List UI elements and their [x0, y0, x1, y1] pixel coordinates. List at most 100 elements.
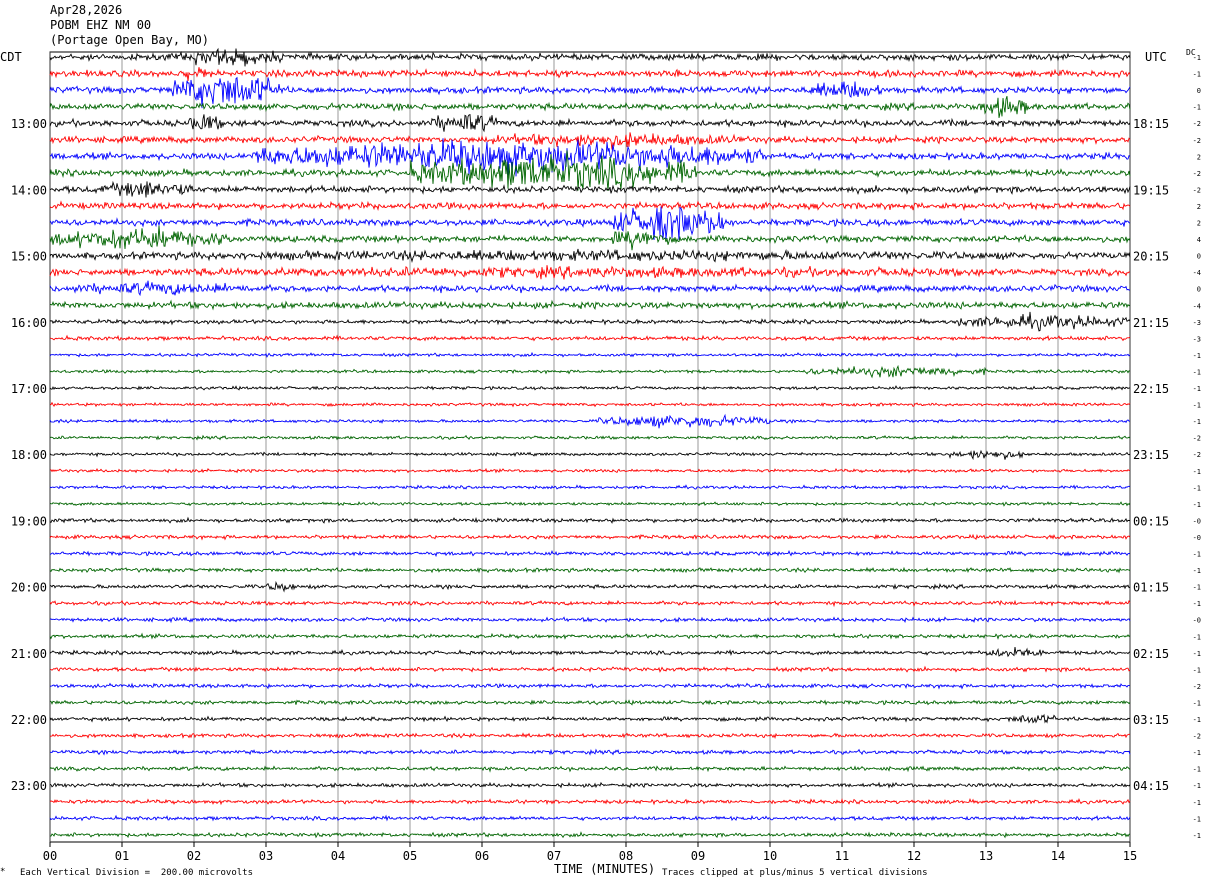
plot-frame [49, 51, 1131, 843]
dc-offset-label: -1 [1193, 54, 1201, 62]
x-tick-label: 04 [331, 849, 345, 863]
cdt-hour-label: 17:00 [11, 382, 47, 396]
dc-offset-label: -4 [1193, 302, 1201, 310]
dc-offset-label: -1 [1193, 402, 1201, 410]
utc-hour-label: 02:15 [1133, 647, 1169, 661]
x-tick-label: 03 [259, 849, 273, 863]
dc-offset-label: 4 [1197, 236, 1201, 244]
seismic-trace-row [49, 699, 1131, 706]
seismic-trace-row [49, 311, 1131, 332]
dc-offset-label: -1 [1193, 650, 1201, 658]
seismic-trace-row [49, 501, 1131, 507]
x-tick-label: 12 [907, 849, 921, 863]
dc-offset-label: -2 [1193, 137, 1201, 145]
dc-offset-label: -2 [1193, 170, 1201, 178]
cdt-hour-label: 21:00 [11, 647, 47, 661]
dc-offset-label: -1 [1193, 600, 1201, 608]
dc-offset-label: 2 [1197, 153, 1201, 161]
utc-hour-label: 20:15 [1133, 250, 1169, 264]
dc-offset-label: -1 [1193, 716, 1201, 724]
utc-hour-label: 04:15 [1133, 779, 1169, 793]
seismic-trace-row [49, 76, 1131, 109]
dc-offset-label: -1 [1193, 633, 1201, 641]
dc-offset-label: -1 [1193, 699, 1201, 707]
seismic-trace-row [49, 434, 1131, 441]
dc-offset-label: -1 [1193, 567, 1201, 575]
cdt-hour-label: 15:00 [11, 250, 47, 264]
dc-offset-label: -1 [1193, 551, 1201, 559]
cdt-hour-label: 23:00 [11, 779, 47, 793]
dc-offset-label: -1 [1193, 799, 1201, 807]
x-tick-label: 08 [619, 849, 633, 863]
utc-hour-label: 01:15 [1133, 581, 1169, 595]
dc-offset-label: -1 [1193, 782, 1201, 790]
dc-offset-label: -1 [1193, 815, 1201, 823]
cdt-hour-label: 20:00 [11, 581, 47, 595]
dc-offset-label: -2 [1193, 435, 1201, 443]
dc-offset-label: -1 [1193, 501, 1201, 509]
dc-offset-label: 2 [1197, 203, 1201, 211]
seismic-trace-row [49, 665, 1131, 673]
seismic-trace-row [49, 47, 1131, 67]
seismic-trace-row [49, 533, 1131, 541]
dc-offset-label: -2 [1193, 186, 1201, 194]
dc-offset-label: -3 [1193, 319, 1201, 327]
x-tick-label: 10 [763, 849, 777, 863]
x-tick-label: 07 [547, 849, 561, 863]
dc-offset-label: -0 [1193, 534, 1201, 542]
dc-offset-label: -0 [1193, 517, 1201, 525]
dc-offset-label: -2 [1193, 683, 1201, 691]
dc-offset-label: -1 [1193, 749, 1201, 757]
seismic-trace-row [49, 599, 1131, 608]
seismic-trace-row [49, 765, 1131, 773]
cdt-hour-label: 14:00 [11, 183, 47, 197]
seismic-trace-row [49, 516, 1131, 524]
dc-offset-label: -2 [1193, 451, 1201, 459]
x-tick-label: 02 [187, 849, 201, 863]
seismic-trace-row [49, 225, 1131, 251]
dc-offset-label: -1 [1193, 766, 1201, 774]
utc-hour-label: 03:15 [1133, 713, 1169, 727]
dc-offset-label: -1 [1193, 584, 1201, 592]
utc-hour-label: 19:15 [1133, 183, 1169, 197]
seismic-trace-row [49, 401, 1131, 408]
seismic-trace-row [49, 632, 1131, 640]
utc-hour-label: 22:15 [1133, 382, 1169, 396]
utc-hour-label: 00:15 [1133, 514, 1169, 528]
dc-offset-label: -2 [1193, 120, 1201, 128]
vertical-scale-note: Each Vertical Division = 200.00 microvol… [20, 868, 253, 878]
seismic-trace-row [49, 265, 1131, 280]
seismic-trace-row [49, 334, 1131, 342]
dc-offset-label: -1 [1193, 352, 1201, 360]
seismic-trace-row [49, 413, 1131, 429]
seismic-trace-row [49, 797, 1131, 806]
seismic-trace-row [49, 814, 1131, 822]
dc-offset-label: -0 [1193, 617, 1201, 625]
seismic-trace-row [50, 831, 1131, 839]
x-tick-label: 15 [1123, 849, 1137, 863]
seismic-trace-row [49, 351, 1131, 358]
utc-hour-label: 21:15 [1133, 316, 1169, 330]
dc-offset-label: 0 [1197, 87, 1201, 95]
seismic-trace-row [49, 580, 1131, 593]
x-tick-label: 06 [475, 849, 489, 863]
dc-offset-label: -1 [1193, 418, 1201, 426]
seismic-trace-row [49, 299, 1131, 311]
seismic-trace-row [49, 138, 1131, 177]
x-tick-label: 00 [43, 849, 57, 863]
dc-offset-label: -1 [1193, 468, 1201, 476]
corner-mark: * [0, 867, 6, 877]
dc-offset-label: -1 [1193, 832, 1201, 840]
dc-offset-label: -2 [1193, 733, 1201, 741]
seismic-trace-row [49, 550, 1131, 558]
seismogram-plot: 00 01 02 03 04 05 06 07 08 09 10 11 12 13 14 15-1-10-1-… [11, 47, 1201, 863]
seismic-trace-row [49, 113, 1131, 133]
plot-grid [49, 51, 1131, 847]
seismic-trace-row [49, 467, 1131, 474]
dc-offset-label: -1 [1193, 104, 1201, 112]
cdt-hour-label: 19:00 [11, 514, 47, 528]
dc-offset-label: -1 [1193, 484, 1201, 492]
dc-offset-label: 2 [1197, 220, 1201, 228]
cdt-hour-label: 22:00 [11, 713, 47, 727]
dc-offset-label: 0 [1197, 286, 1201, 294]
